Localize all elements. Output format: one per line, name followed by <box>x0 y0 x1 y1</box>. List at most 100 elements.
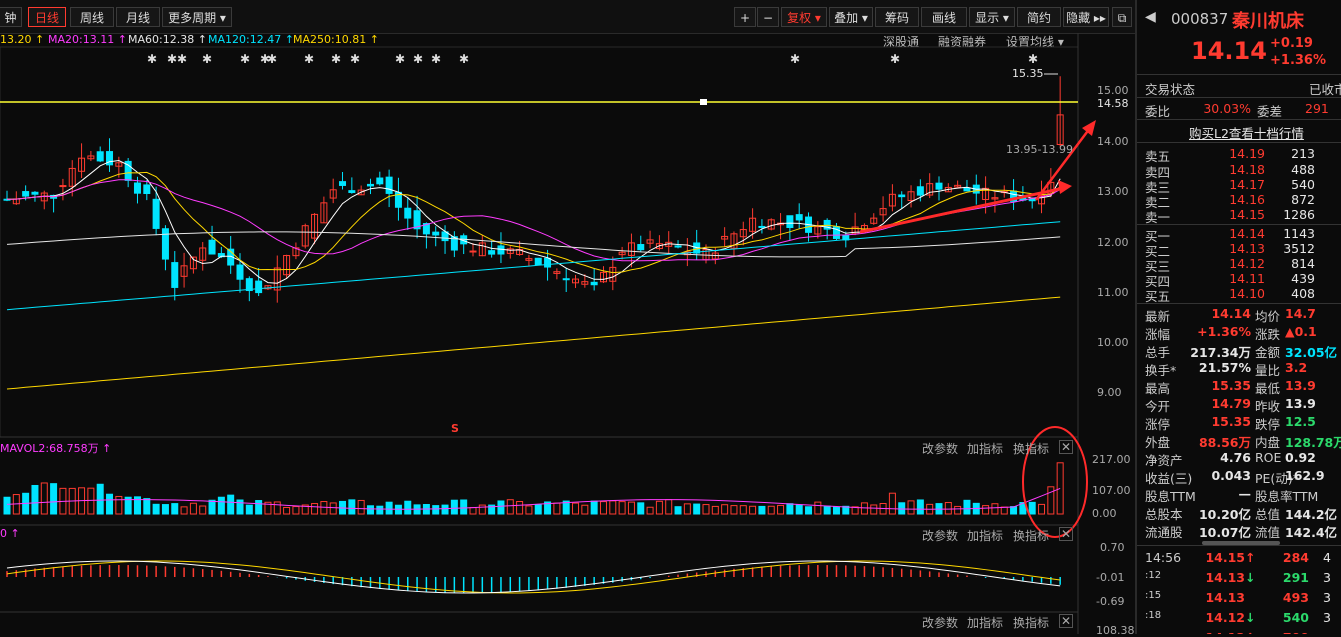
candle-body <box>339 181 347 186</box>
event-marker-icon: ✱ <box>167 52 177 66</box>
volume-bar <box>814 501 822 515</box>
weicha-label: 委差 <box>1257 104 1283 119</box>
volume-bar <box>898 502 906 515</box>
weicha-value: 291 <box>1305 101 1329 116</box>
stat-value: — <box>1238 486 1252 501</box>
annotation-arrow-icon <box>1082 120 1096 136</box>
candle-body <box>674 245 682 248</box>
volume-bar <box>3 496 11 515</box>
candle-body <box>497 245 505 255</box>
event-marker-icon: ✱ <box>202 52 212 66</box>
ask-price: 14.17 <box>1229 177 1265 192</box>
macd-add-indicator[interactable]: 加指标 <box>967 527 1003 544</box>
candle-body <box>963 187 971 192</box>
volume-modify-params[interactable]: 改参数 <box>922 440 958 457</box>
candle-body <box>544 257 552 268</box>
stat-value: 13.9 <box>1285 378 1316 393</box>
candle-body <box>171 262 179 288</box>
bid-volume: 814 <box>1291 256 1315 271</box>
macd-axis-tick: 0.70 <box>1100 541 1125 554</box>
volume-bar <box>227 494 235 515</box>
price-tick: 15.00 <box>1097 84 1129 97</box>
event-marker-icon: ✱ <box>890 52 900 66</box>
volume-legend: MAVOL2:68.758万 ↑ <box>0 442 112 455</box>
volume-bar <box>944 502 952 515</box>
stat-label: 换手* <box>1145 363 1177 378</box>
bid-volume: 439 <box>1291 271 1315 286</box>
volume-bar <box>161 504 169 515</box>
stat-value: 10.20亿 <box>1198 507 1251 522</box>
stat-value: 0.043 <box>1211 468 1251 483</box>
stat-label: 金额 <box>1255 345 1281 360</box>
l2-upgrade-link[interactable]: 购买L2查看十档行情 <box>1189 123 1304 142</box>
tick-extra: 3 <box>1323 610 1331 625</box>
volume-bar <box>441 504 449 515</box>
tick-time: :12 <box>1145 570 1162 581</box>
macd-switch-indicator[interactable]: 换指标 <box>1013 527 1049 544</box>
kline-chart[interactable]: ✱ ✱ ✱ ✱ ✱ ✱✱ ✱ ✱ ✱ ✱ ✱ ✱ ✱ ✱ ✱ ✱ <box>0 0 1135 634</box>
bottom-modify-params[interactable]: 改参数 <box>922 614 958 631</box>
tick-extra: 3 <box>1323 570 1331 585</box>
event-marker-icon: ✱ <box>331 52 341 66</box>
last-price: 14.14 <box>1191 37 1267 65</box>
stat-label: 涨幅 <box>1145 327 1171 342</box>
volume-bar <box>432 505 440 515</box>
bottom-close-icon[interactable]: ✕ <box>1059 614 1074 628</box>
volume-switch-indicator[interactable]: 换指标 <box>1013 440 1049 457</box>
tick-arrow-icon: ↑ <box>1245 630 1255 634</box>
volume-bar <box>627 501 635 515</box>
bottom-switch-indicator[interactable]: 换指标 <box>1013 614 1049 631</box>
stat-value: 162.9 <box>1285 468 1325 483</box>
tick-arrow-icon: ↑ <box>1245 550 1256 565</box>
stat-value: 217.34万 <box>1190 345 1251 360</box>
volume-bar <box>40 482 48 515</box>
volume-bar <box>199 505 207 515</box>
volume-bar <box>376 505 384 515</box>
event-marker-icon: ✱ <box>267 52 277 66</box>
volume-bar <box>283 506 291 515</box>
macd-modify-params[interactable]: 改参数 <box>922 527 958 544</box>
trade-status-value: 已收市 <box>1309 82 1341 97</box>
prev-stock-icon[interactable]: ◀ <box>1145 9 1156 25</box>
volume-bar <box>1010 506 1018 515</box>
macd-legend: 0 ↑ <box>0 527 20 540</box>
candle-body <box>488 250 496 255</box>
volume-bar <box>655 500 663 515</box>
tick-price: 14.13 <box>1205 570 1245 585</box>
stat-value: 4.76 <box>1220 450 1251 465</box>
price-line-handle <box>700 99 707 105</box>
volume-bar <box>702 504 710 515</box>
high-price-label: 15.35 <box>1012 67 1044 80</box>
volume-bar <box>860 502 868 515</box>
stat-value: 15.35 <box>1211 414 1251 429</box>
candle-body <box>637 244 645 251</box>
bottom-add-indicator[interactable]: 加指标 <box>967 614 1003 631</box>
stock-name: 秦川机床 <box>1232 11 1304 32</box>
volume-bar <box>553 502 561 515</box>
volume-bar <box>50 483 58 515</box>
candle-body <box>795 214 803 221</box>
volume-add-indicator[interactable]: 加指标 <box>967 440 1003 457</box>
ma250-line <box>6 296 1061 390</box>
candle-body <box>96 151 104 162</box>
candle-body <box>590 281 598 286</box>
volume-close-icon[interactable]: ✕ <box>1059 440 1074 454</box>
volume-bar <box>516 501 524 515</box>
event-marker-icon: ✱ <box>147 52 157 66</box>
macd-axis-tick: -0.69 <box>1096 595 1125 608</box>
volume-bar <box>255 500 263 515</box>
volume-bar <box>665 499 673 515</box>
volume-bar <box>609 500 617 515</box>
price-tick: 10.00 <box>1097 336 1129 349</box>
candle-body <box>161 228 169 260</box>
volume-bar <box>311 503 319 515</box>
volume-axis-tick: 107.00 <box>1092 484 1131 497</box>
stat-value: 15.35 <box>1211 378 1251 393</box>
volume-bar <box>1028 501 1036 515</box>
macd-close-icon[interactable]: ✕ <box>1059 527 1074 541</box>
quote-panel: ◀ 000837 秦川机床 14.14 +0.19 +1.36% 交易状态 已收… <box>1135 0 1341 634</box>
candle-body <box>236 264 244 280</box>
volume-bar <box>329 502 337 515</box>
stat-label: 最低 <box>1255 381 1281 396</box>
stat-value: 3.2 <box>1285 360 1308 375</box>
